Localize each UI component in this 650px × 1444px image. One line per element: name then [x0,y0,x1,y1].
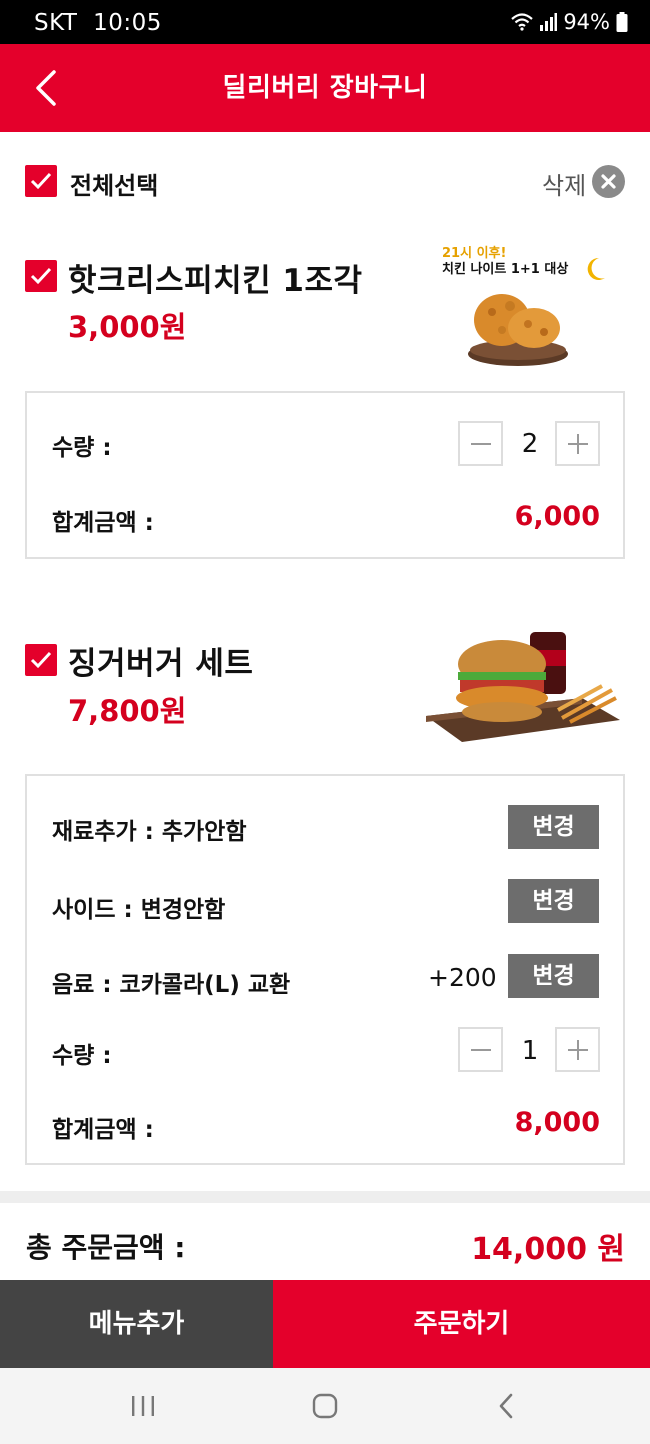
quantity-label: 수량 : [52,1043,112,1069]
page-title: 딜리버리 장바구니 [222,73,428,103]
recent-apps-icon[interactable] [130,1394,156,1418]
subtotal-label: 합계금액 : [52,1117,154,1143]
increase-quantity-button[interactable] [555,421,600,466]
option-extra-price: +200 [428,963,497,992]
home-icon[interactable] [311,1392,339,1420]
item-name: 징거버거 세트 [68,646,254,682]
add-menu-button[interactable]: 메뉴추가 [0,1280,273,1368]
item-checkbox[interactable] [25,260,57,292]
option-label: 재료추가 : 추가안함 [52,819,247,845]
back-button[interactable] [30,68,70,108]
promo-badge-line2: 치킨 나이트 1+1 대상 [442,262,569,277]
select-all-label: 전체선택 [70,172,159,200]
delete-label[interactable]: 삭제 [542,166,586,201]
item-detail-box: 재료추가 : 추가안함 변경 사이드 : 변경안함 변경 음료 : 코카콜라(L… [25,774,625,1165]
item-name: 핫크리스피치킨 1조각 [68,263,363,299]
subtotal-value: 8,000 [514,1107,600,1138]
quantity-value: 1 [521,1036,539,1066]
app-header: 딜리버리 장바구니 [0,44,650,132]
total-label: 총 주문금액 : [26,1231,186,1264]
change-option-button[interactable]: 변경 [508,954,599,998]
minus-icon [471,443,491,445]
minus-icon [471,1049,491,1051]
item-detail-box: 수량 : 2 합계금액 : 6,000 [25,391,625,559]
signal-icon [540,13,558,31]
item-price: 7,800원 [68,694,187,728]
item-checkbox[interactable] [25,644,57,676]
battery-icon [616,12,628,32]
quantity-value: 2 [521,429,539,459]
item-price: 3,000원 [68,310,187,344]
increase-quantity-button[interactable] [555,1027,600,1072]
subtotal-label: 합계금액 : [52,510,154,536]
subtotal-value: 6,000 [514,501,600,532]
promo-badge-line1: 21시 이후! [442,246,507,261]
battery-percent: 94% [563,10,610,34]
check-icon [30,172,52,190]
moon-icon [587,257,605,280]
check-icon [30,651,52,669]
close-icon [601,174,616,189]
delete-button[interactable] [592,165,625,198]
status-bar: SKT 10:05 94% [0,0,650,44]
change-option-button[interactable]: 변경 [508,879,599,923]
wifi-icon [511,13,534,31]
option-label: 사이드 : 변경안함 [52,897,226,923]
promo-badge: 21시 이후! 치킨 나이트 1+1 대상 [442,246,568,278]
decrease-quantity-button[interactable] [458,421,503,466]
change-option-button[interactable]: 변경 [508,805,599,849]
decrease-quantity-button[interactable] [458,1027,503,1072]
section-divider [0,1191,650,1203]
back-icon [36,70,56,106]
total-value: 14,000 원 [471,1232,625,1267]
chicken-image [468,294,568,366]
option-label: 음료 : 코카콜라(L) 교환 [52,972,291,998]
system-nav-bar [0,1368,650,1444]
order-button[interactable]: 주문하기 [273,1280,650,1368]
quantity-label: 수량 : [52,435,112,461]
nav-back-icon[interactable] [496,1392,516,1420]
select-all-checkbox[interactable] [25,165,57,197]
status-right: 94% [511,10,628,34]
burger-set-image [426,632,620,742]
check-icon [30,267,52,285]
status-carrier: SKT 10:05 [34,10,162,36]
